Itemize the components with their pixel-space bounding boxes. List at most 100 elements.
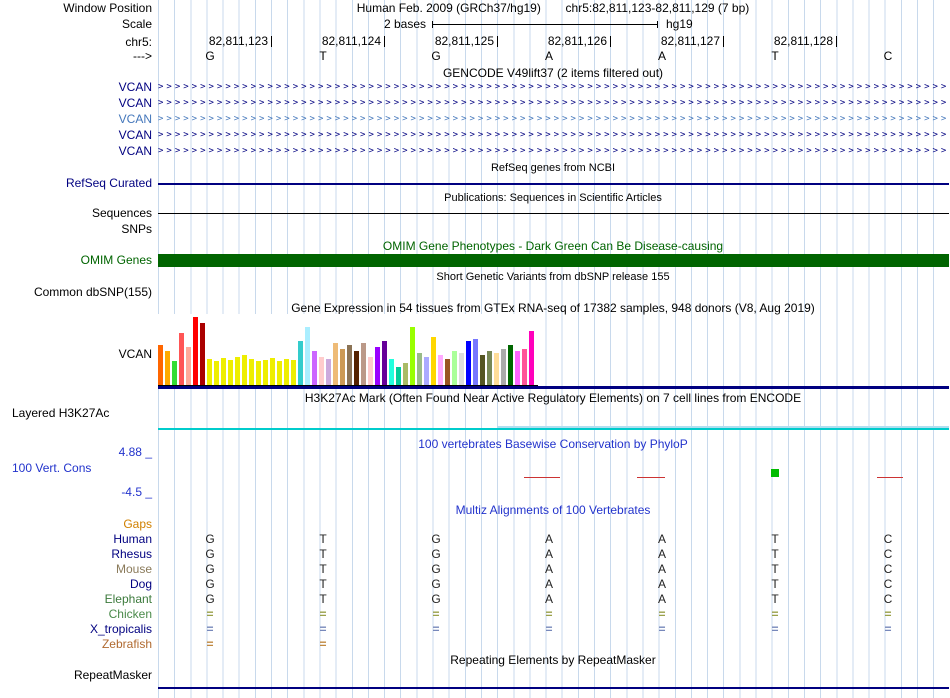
gtex-expression-bar[interactable] (487, 351, 492, 385)
dbsnp-label[interactable]: Common dbSNP(155) (0, 285, 152, 299)
gtex-expression-bar[interactable] (382, 341, 387, 385)
gencode-transcript-arrows[interactable]: >>>>>>>>>>>>>>>>>>>>>>>>>>>>>>>>>>>>>>>>… (158, 81, 948, 94)
multiz-base: G (431, 547, 441, 561)
gtex-expression-bar[interactable] (347, 345, 352, 385)
gtex-expression-bar[interactable] (256, 361, 261, 385)
gencode-transcript-arrows[interactable]: >>>>>>>>>>>>>>>>>>>>>>>>>>>>>>>>>>>>>>>>… (158, 97, 948, 110)
gtex-expression-bar[interactable] (200, 323, 205, 385)
phylop-signal-mark[interactable] (524, 477, 560, 478)
gencode-gene-label[interactable]: VCAN (0, 80, 152, 94)
refseq-gene-bar[interactable] (158, 183, 949, 185)
multiz-base: G (205, 547, 215, 561)
gtex-expression-bar[interactable] (333, 343, 338, 385)
omim-gene-bar[interactable] (158, 254, 949, 267)
multiz-species-label[interactable]: Gaps (0, 517, 152, 531)
gtex-expression-bar[interactable] (508, 345, 513, 385)
gtex-expression-bar[interactable] (221, 358, 226, 385)
gtex-expression-bar[interactable] (291, 360, 296, 385)
gtex-expression-bar[interactable] (179, 333, 184, 385)
gtex-expression-bar[interactable] (403, 363, 408, 385)
gtex-expression-bar[interactable] (368, 357, 373, 385)
gtex-expression-bar[interactable] (305, 327, 310, 385)
gencode-gene-label[interactable]: VCAN (0, 112, 152, 126)
gtex-expression-bar[interactable] (326, 359, 331, 385)
gtex-expression-bar[interactable] (389, 359, 394, 385)
gtex-track-title: Gene Expression in 54 tissues from GTEx … (291, 301, 815, 315)
phylop-signal-mark[interactable] (877, 477, 903, 478)
gencode-transcript-arrows[interactable]: >>>>>>>>>>>>>>>>>>>>>>>>>>>>>>>>>>>>>>>>… (158, 145, 948, 158)
multiz-species-label[interactable]: Mouse (0, 562, 152, 576)
gtex-expression-bar[interactable] (158, 345, 163, 385)
multiz-species-label[interactable]: Rhesus (0, 547, 152, 561)
multiz-base: T (771, 547, 779, 561)
gtex-expression-bar[interactable] (473, 339, 478, 385)
gtex-expression-bar[interactable] (172, 361, 177, 385)
phylop-signal-mark[interactable] (771, 469, 779, 477)
gencode-gene-label[interactable]: VCAN (0, 96, 152, 110)
gtex-expression-bar[interactable] (242, 355, 247, 385)
gtex-expression-bar[interactable] (480, 355, 485, 385)
multiz-species-label[interactable]: Chicken (0, 607, 152, 621)
gtex-expression-bar[interactable] (466, 341, 471, 385)
snps-label[interactable]: SNPs (0, 222, 152, 236)
gtex-expression-bar[interactable] (452, 351, 457, 385)
ruler-coordinate: 82,811,126 (547, 34, 607, 48)
multiz-species-label[interactable]: Dog (0, 577, 152, 591)
multiz-base: A (657, 592, 666, 606)
gtex-expression-bar[interactable] (186, 347, 191, 385)
scale-value: 2 bases (383, 17, 426, 31)
gtex-expression-bar[interactable] (354, 351, 359, 385)
gtex-expression-bar[interactable] (431, 337, 436, 385)
gtex-expression-bar[interactable] (445, 359, 450, 385)
gencode-transcript-arrows[interactable]: >>>>>>>>>>>>>>>>>>>>>>>>>>>>>>>>>>>>>>>>… (158, 113, 948, 126)
multiz-species-label[interactable]: X_tropicalis (0, 622, 152, 636)
gencode-transcript-arrows[interactable]: >>>>>>>>>>>>>>>>>>>>>>>>>>>>>>>>>>>>>>>>… (158, 129, 948, 142)
gtex-expression-bar[interactable] (249, 359, 254, 385)
gtex-expression-bar[interactable] (165, 351, 170, 385)
h3k27ac-label[interactable]: Layered H3K27Ac (12, 406, 109, 420)
gtex-expression-bar[interactable] (319, 357, 324, 385)
phylop-label[interactable]: 100 Vert. Cons (12, 461, 91, 475)
gtex-expression-bar[interactable] (515, 351, 520, 385)
gtex-expression-bar[interactable] (522, 349, 527, 385)
gtex-expression-bar[interactable] (214, 361, 219, 385)
gencode-gene-label[interactable]: VCAN (0, 144, 152, 158)
gtex-expression-bar[interactable] (417, 353, 422, 385)
gtex-expression-bar[interactable] (235, 357, 240, 385)
omim-genes-label[interactable]: OMIM Genes (0, 253, 152, 267)
gtex-gene-label[interactable]: VCAN (0, 347, 152, 361)
gtex-expression-bar[interactable] (207, 359, 212, 385)
multiz-species-label[interactable]: Zebrafish (0, 637, 152, 651)
gtex-expression-bar[interactable] (228, 360, 233, 385)
gtex-expression-bar[interactable] (361, 343, 366, 385)
gtex-barchart[interactable] (158, 315, 538, 385)
multiz-species-label[interactable]: Human (0, 532, 152, 546)
gtex-expression-bar[interactable] (298, 341, 303, 385)
multiz-species-label[interactable]: Elephant (0, 592, 152, 606)
gtex-expression-bar[interactable] (494, 353, 499, 385)
gtex-expression-bar[interactable] (424, 357, 429, 385)
h3k27ac-signal-line[interactable] (158, 428, 949, 430)
gtex-expression-bar[interactable] (529, 331, 534, 385)
sequences-label[interactable]: Sequences (0, 206, 152, 220)
gtex-expression-bar[interactable] (340, 349, 345, 385)
gencode-gene-label[interactable]: VCAN (0, 128, 152, 142)
gtex-expression-bar[interactable] (501, 349, 506, 385)
gtex-expression-bar[interactable] (375, 347, 380, 385)
gtex-expression-bar[interactable] (277, 361, 282, 385)
multiz-base: G (205, 562, 215, 576)
gtex-expression-bar[interactable] (438, 355, 443, 385)
gtex-expression-bar[interactable] (193, 317, 198, 385)
gtex-expression-bar[interactable] (396, 367, 401, 385)
gtex-expression-bar[interactable] (263, 360, 268, 385)
gtex-expression-bar[interactable] (312, 351, 317, 385)
gtex-expression-bar[interactable] (284, 359, 289, 385)
gtex-expression-bar[interactable] (270, 358, 275, 385)
gtex-expression-bar[interactable] (459, 353, 464, 385)
gtex-expression-bar[interactable] (410, 327, 415, 385)
repeatmasker-label[interactable]: RepeatMasker (0, 668, 152, 682)
multiz-base: = (319, 622, 327, 636)
phylop-signal-mark[interactable] (637, 477, 665, 478)
refseq-curated-label[interactable]: RefSeq Curated (0, 176, 152, 190)
publications-item-bar[interactable] (158, 213, 949, 214)
